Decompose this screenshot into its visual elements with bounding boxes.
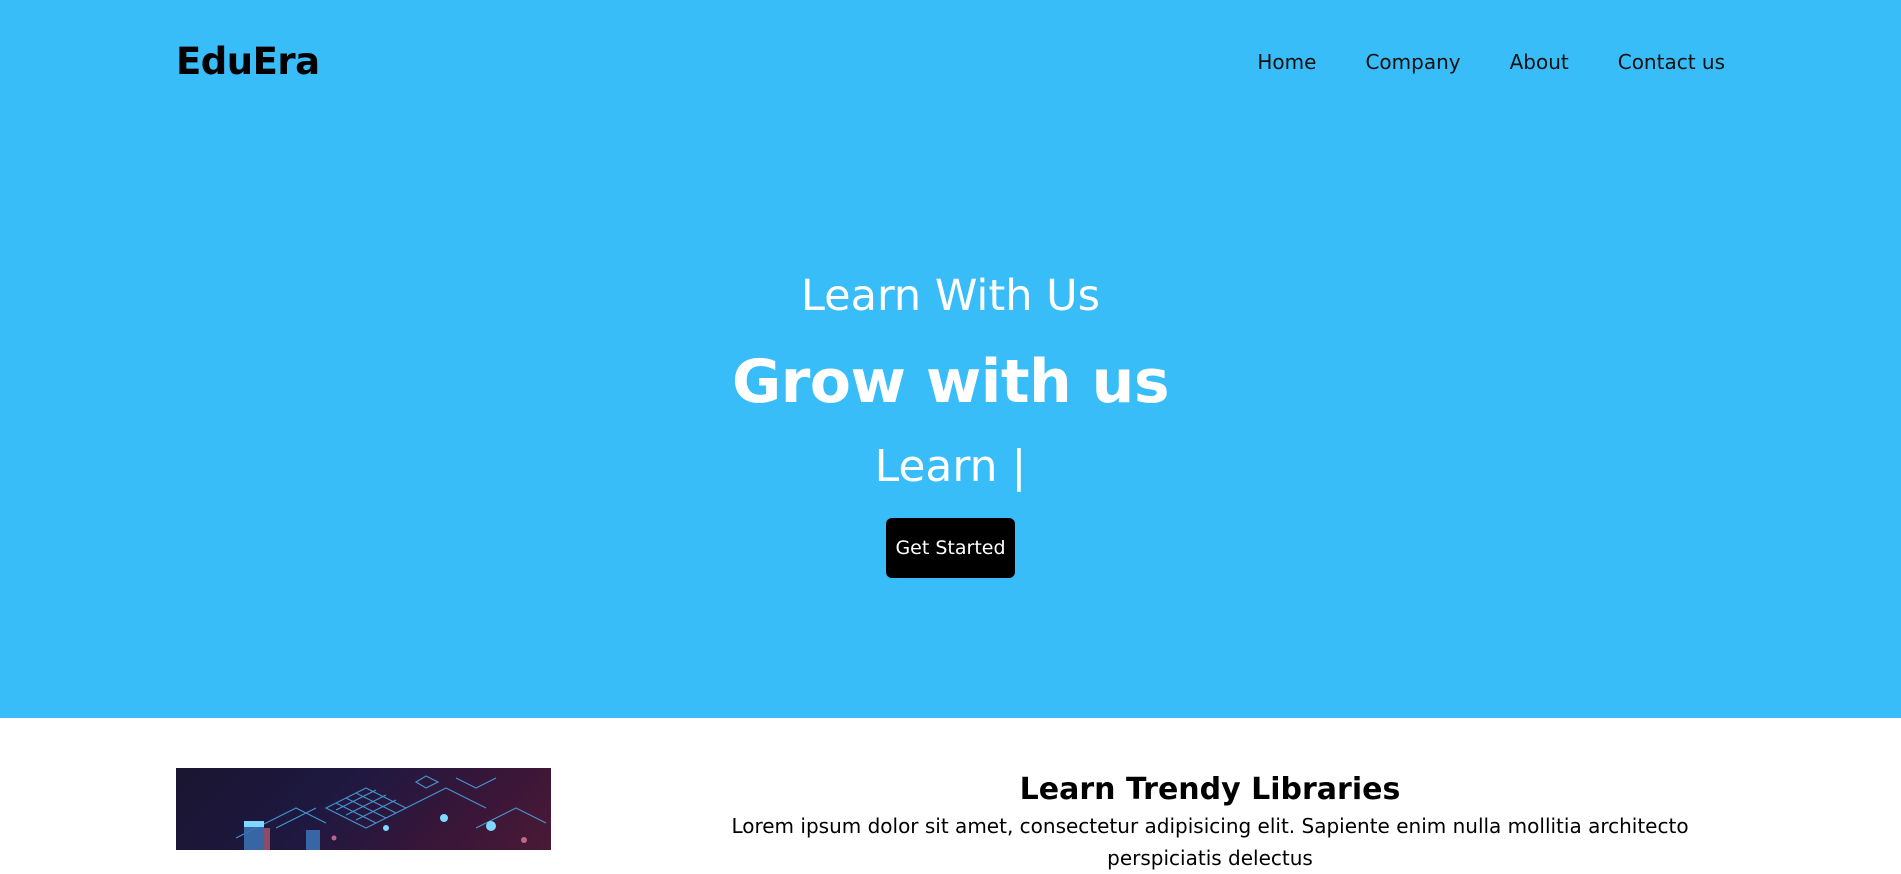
nav-link-company[interactable]: Company [1365,48,1460,76]
hero-subtitle: Learn With Us [800,271,1101,321]
nav-link-contact[interactable]: Contact us [1618,48,1725,76]
feature-body: Lorem ipsum dolor sit amet, consectetur … [731,814,1689,870]
feature-image [176,768,551,850]
hero-title: Grow with us [731,347,1170,417]
feature-section: Learn Trendy Libraries Lorem ipsum dolor… [0,718,1901,870]
feature-title: Learn Trendy Libraries [1019,772,1401,807]
hero-typed-text: Learn | [874,441,1027,492]
nav-link-about[interactable]: About [1510,48,1569,76]
main-nav: Home Company About Contact us [1257,48,1725,76]
nav-link-home[interactable]: Home [1257,48,1316,76]
hero-section: EduEra Home Company About Contact us Lea… [0,0,1901,718]
isometric-tech-illustration-icon [235,775,547,850]
brand-logo[interactable]: EduEra [176,38,320,86]
get-started-button[interactable]: Get Started [886,518,1015,578]
